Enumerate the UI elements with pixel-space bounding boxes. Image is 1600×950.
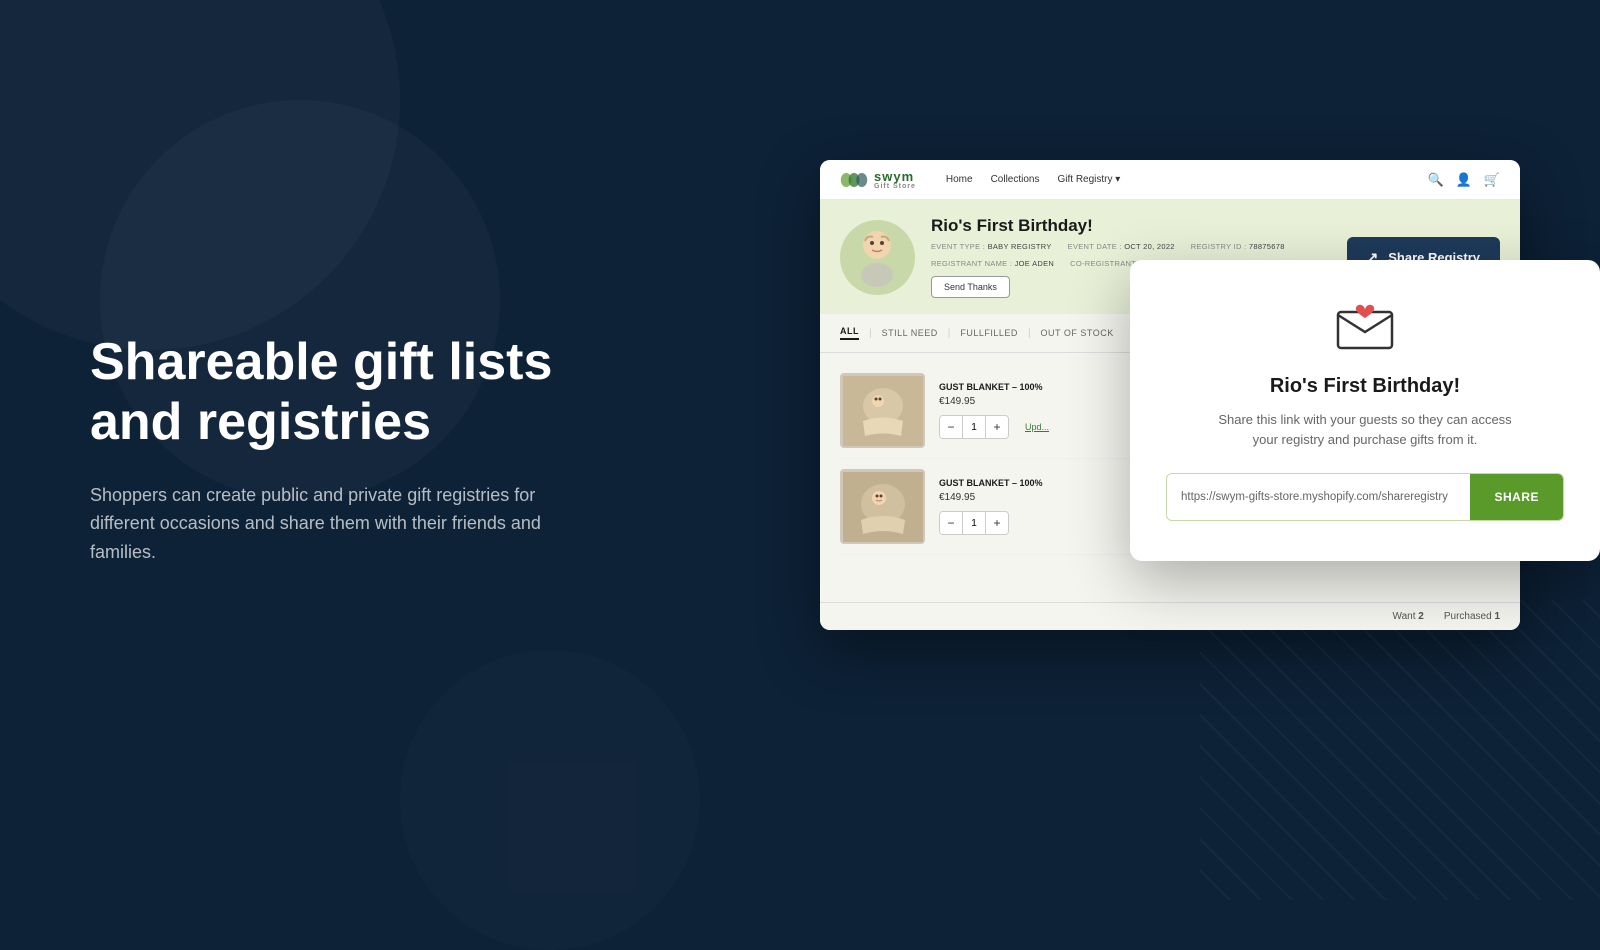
product-image-2 bbox=[840, 469, 925, 544]
share-url-input[interactable] bbox=[1167, 479, 1470, 515]
registry-footer: Want 2 Purchased 1 bbox=[820, 602, 1520, 630]
bg-circle-1 bbox=[0, 0, 400, 350]
tab-all[interactable]: ALL bbox=[840, 326, 859, 340]
registry-title: Rio's First Birthday! bbox=[931, 216, 1331, 236]
registrant: REGISTRANT NAME : JOE ADEN bbox=[931, 259, 1054, 268]
qty-plus-2[interactable]: + bbox=[986, 512, 1008, 534]
quantity-control-2: − 1 + bbox=[939, 511, 1009, 535]
account-icon[interactable]: 👤 bbox=[1456, 172, 1472, 188]
qty-minus-1[interactable]: − bbox=[940, 416, 962, 438]
registry-id-label: REGISTRY ID : bbox=[1191, 242, 1247, 251]
modal-title: Rio's First Birthday! bbox=[1166, 375, 1564, 398]
registry-meta: EVENT TYPE : BABY REGISTRY EVENT DATE : … bbox=[931, 242, 1331, 251]
tab-out-of-stock[interactable]: OUT OF STOCK bbox=[1041, 328, 1114, 338]
update-link-1[interactable]: Upd... bbox=[1025, 422, 1049, 432]
tab-still-need[interactable]: STILL NEED bbox=[882, 328, 938, 338]
registry-id-value: 78875678 bbox=[1249, 242, 1285, 251]
left-section: Shareable gift listsand registries Shopp… bbox=[90, 333, 560, 567]
event-type: EVENT TYPE : BABY REGISTRY bbox=[931, 242, 1052, 251]
event-type-value: BABY REGISTRY bbox=[988, 242, 1052, 251]
nav-icons: 🔍 👤 🛒 bbox=[1427, 172, 1500, 188]
logo-text: swym Gift Store bbox=[874, 170, 916, 190]
qty-minus-2[interactable]: − bbox=[940, 512, 962, 534]
purchased-stat: Purchased 1 bbox=[1444, 611, 1500, 622]
baby-avatar bbox=[840, 220, 915, 295]
event-type-label: EVENT TYPE : bbox=[931, 242, 985, 251]
search-icon[interactable]: 🔍 bbox=[1427, 172, 1443, 188]
product-image-1 bbox=[840, 373, 925, 448]
nav-links: Home Collections Gift Registry ▾ bbox=[946, 174, 1408, 185]
modal-description: Share this link with your guests so they… bbox=[1215, 410, 1515, 449]
store-nav: swym Gift Store Home Collections Gift Re… bbox=[820, 160, 1520, 200]
modal-icon-wrap bbox=[1166, 300, 1564, 355]
nav-collections[interactable]: Collections bbox=[991, 174, 1040, 185]
event-date-label: EVENT DATE : bbox=[1068, 242, 1122, 251]
cart-icon[interactable]: 🛒 bbox=[1484, 172, 1500, 188]
want-stat: Want 2 bbox=[1393, 611, 1424, 622]
main-heading: Shareable gift listsand registries bbox=[90, 333, 560, 453]
nav-home[interactable]: Home bbox=[946, 174, 973, 185]
registry-id: REGISTRY ID : 78875678 bbox=[1191, 242, 1285, 251]
qty-value-2: 1 bbox=[962, 512, 986, 534]
bg-circle-3 bbox=[400, 650, 700, 950]
qty-value-1: 1 bbox=[962, 416, 986, 438]
right-section: swym Gift Store Home Collections Gift Re… bbox=[820, 160, 1600, 740]
event-date: EVENT DATE : OCT 20, 2022 bbox=[1068, 242, 1175, 251]
logo-name: swym bbox=[874, 170, 916, 183]
tab-fullfilled[interactable]: FULLFILLED bbox=[960, 328, 1018, 338]
share-url-row: SHARE bbox=[1166, 473, 1564, 521]
nav-gift-registry[interactable]: Gift Registry ▾ bbox=[1058, 174, 1121, 185]
share-modal: Rio's First Birthday! Share this link wi… bbox=[1130, 260, 1600, 561]
event-date-value: OCT 20, 2022 bbox=[1124, 242, 1175, 251]
quantity-control-1: − 1 + bbox=[939, 415, 1009, 439]
logo-sub: Gift Store bbox=[874, 183, 916, 190]
sub-text: Shoppers can create public and private g… bbox=[90, 481, 560, 567]
qty-plus-1[interactable]: + bbox=[986, 416, 1008, 438]
send-thanks-button[interactable]: Send Thanks bbox=[931, 276, 1010, 298]
share-copy-button[interactable]: SHARE bbox=[1470, 474, 1563, 520]
store-logo: swym Gift Store bbox=[840, 170, 916, 190]
